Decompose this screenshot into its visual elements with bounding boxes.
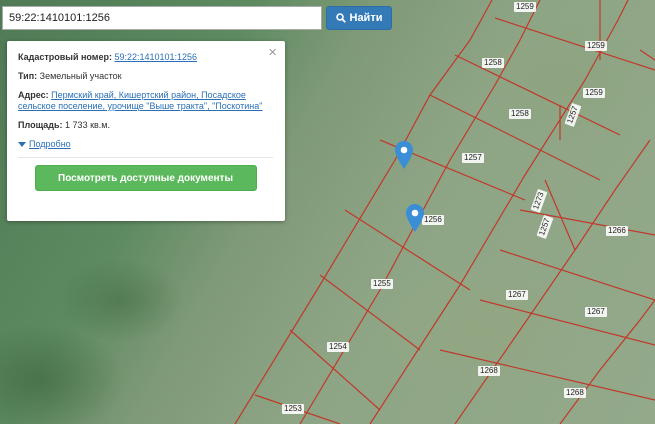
triangle-down-icon [18,141,26,147]
search-button[interactable]: Найти [326,6,392,30]
divider [18,157,273,158]
cadastral-label: Кадастровый номер: [18,52,112,62]
plot-label: 1255 [371,279,393,289]
close-icon[interactable]: × [268,44,277,61]
area-row: Площадь: 1 733 кв.м. [18,120,273,131]
plot-label: 1254 [327,342,349,352]
type-row: Тип: Земельный участок [18,71,273,82]
plot-label: 1266 [606,226,628,236]
address-row: Адрес: Пермский край, Кишертский район, … [18,90,273,112]
plot-label: 1258 [482,58,504,68]
plot-label: 1268 [478,366,500,376]
plot-label: 1259 [514,2,536,12]
plot-label: 1268 [564,388,586,398]
plot-label: 1267 [585,307,607,317]
area-label: Площадь: [18,120,63,130]
plot-label: 1259 [583,88,605,98]
type-label: Тип: [18,71,38,81]
details-toggle[interactable]: Подробно [18,139,273,149]
plot-label: 1258 [509,109,531,119]
parcel-info-panel: × Кадастровый номер: 59:22:1410101:1256 … [7,41,285,221]
map-marker-icon[interactable] [406,204,424,232]
view-documents-button[interactable]: Посмотреть доступные документы [34,165,257,191]
plot-label: 1257 [462,153,484,163]
cadastral-link[interactable]: 59:22:1410101:1256 [114,52,197,62]
plot-label: 1256 [422,215,444,225]
search-input[interactable] [2,6,322,30]
plot-label: 1267 [506,290,528,300]
address-link[interactable]: Пермский край, Кишертский район, Посадск… [18,90,262,111]
area-value: 1 733 кв.м. [65,120,110,130]
satellite-map[interactable]: 1259 1259 1258 1259 1258 1257 1256 1266 … [0,0,655,424]
map-marker-icon[interactable] [395,141,413,169]
address-label: Адрес: [18,90,49,100]
details-label: Подробно [29,139,71,149]
plot-label: 1259 [585,41,607,51]
search-button-label: Найти [349,12,383,24]
plot-label: 1253 [282,404,304,414]
search-icon [335,13,346,23]
cadastral-row: Кадастровый номер: 59:22:1410101:1256 [18,52,273,63]
type-value: Земельный участок [39,71,122,81]
